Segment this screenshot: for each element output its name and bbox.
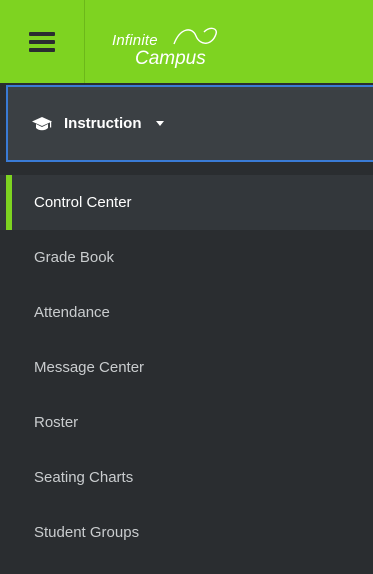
nav-item-label: Message Center (34, 359, 145, 376)
graduation-cap-icon (32, 116, 56, 132)
product-switcher-label: Instruction (64, 115, 142, 132)
nav-item-roster[interactable]: Roster (0, 395, 373, 450)
nav-item-label: Student Groups (34, 524, 140, 541)
logo-text-campus: Campus (135, 48, 206, 69)
nav-item-label: Attendance (34, 304, 110, 321)
hamburger-icon (29, 31, 55, 52)
nav-item-label: Control Center (34, 194, 132, 211)
nav-item-student-groups[interactable]: Student Groups (0, 505, 373, 560)
nav-item-label: Grade Book (34, 249, 115, 266)
infinite-campus-logo[interactable]: Infinite Campus (102, 18, 242, 69)
nav-item-control-center[interactable]: Control Center (0, 175, 373, 230)
nav-item-label: Roster (34, 414, 79, 431)
nav-item-attendance[interactable]: Attendance (0, 285, 373, 340)
nav-item-seating-charts[interactable]: Seating Charts (0, 450, 373, 505)
sidebar-nav: Control Center Grade Book Attendance Mes… (0, 175, 373, 560)
nav-item-message-center[interactable]: Message Center (0, 340, 373, 395)
product-switcher[interactable]: Instruction (6, 85, 373, 162)
nav-item-grade-book[interactable]: Grade Book (0, 230, 373, 285)
caret-down-icon (155, 121, 164, 126)
main-menu-button[interactable] (0, 0, 85, 83)
logo-text-infinite: Infinite (112, 32, 158, 49)
top-bar: Infinite Campus (0, 0, 373, 83)
infinity-swoosh-icon (173, 27, 217, 45)
nav-item-label: Seating Charts (34, 469, 134, 486)
